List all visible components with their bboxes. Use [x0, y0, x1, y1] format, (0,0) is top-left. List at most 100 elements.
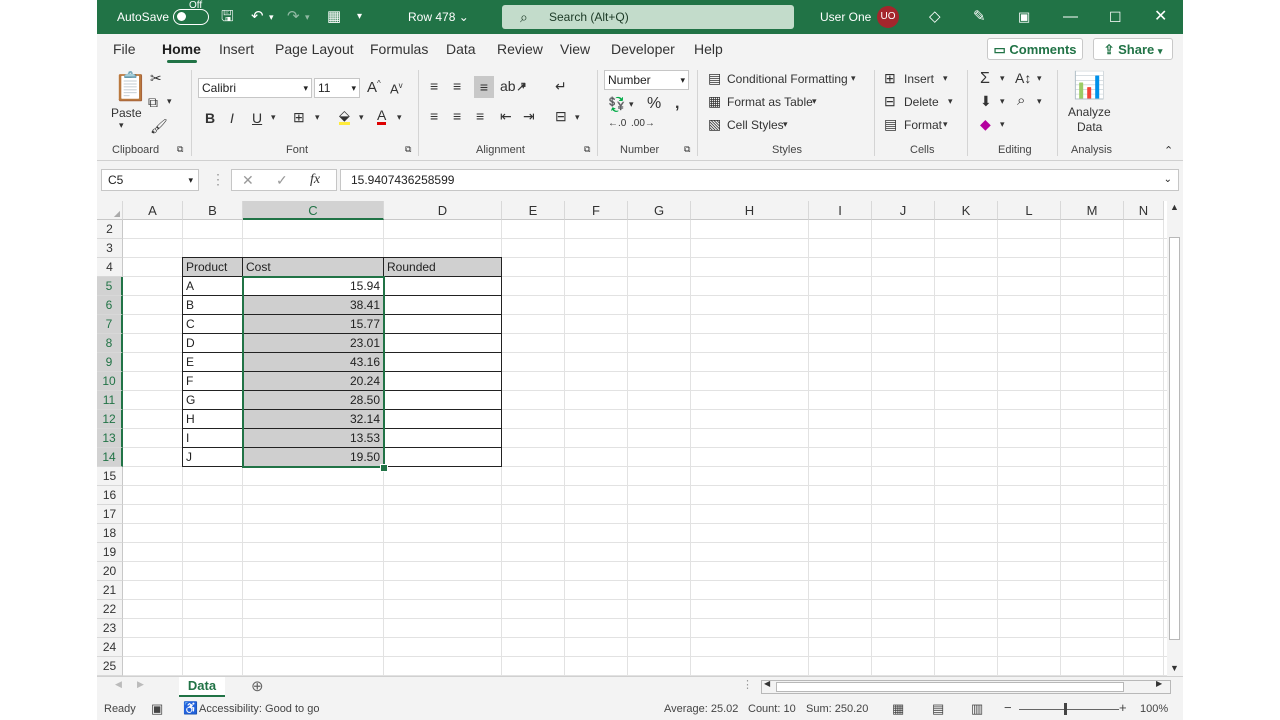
page-layout-view-icon[interactable]: ▤ [932, 701, 944, 717]
tab-file[interactable]: File [113, 41, 136, 57]
splitter-icon[interactable]: ⋮ [742, 678, 753, 691]
autosave-toggle[interactable]: Off [173, 0, 209, 25]
scroll-down-icon[interactable]: ▼ [1170, 663, 1179, 673]
wrap-text-icon[interactable]: ↵ [555, 78, 567, 95]
align-top-icon[interactable]: ≡ [430, 78, 438, 94]
row-header-13[interactable]: 13 [97, 429, 123, 448]
ribbon-display-icon[interactable]: ▣ [1018, 0, 1030, 34]
maximize-icon[interactable]: ☐ [1109, 0, 1122, 34]
row-header-3[interactable]: 3 [97, 239, 123, 258]
increase-decimal-icon[interactable]: ←.0 [608, 118, 626, 129]
collapse-ribbon-icon[interactable]: ⌃ [1164, 144, 1173, 157]
borders-dropdown-icon[interactable]: ▾ [315, 112, 320, 123]
close-icon[interactable]: ✕ [1154, 0, 1167, 34]
product-cell[interactable]: J [182, 447, 243, 467]
format-as-table-button[interactable]: Format as Table [727, 95, 813, 109]
add-sheet-icon[interactable]: ⊕ [251, 677, 264, 695]
decrease-decimal-icon[interactable]: .00→ [631, 118, 655, 129]
sheet-tab-data[interactable]: Data [179, 677, 225, 697]
insert-function-icon[interactable]: fx [310, 172, 320, 188]
autosum-icon[interactable]: Σ [980, 70, 990, 88]
cancel-icon[interactable]: ✕ [242, 172, 254, 189]
align-right-icon[interactable]: ≡ [476, 108, 484, 124]
product-cell[interactable]: B [182, 295, 243, 315]
rounded-cell[interactable] [383, 352, 502, 372]
row-header-10[interactable]: 10 [97, 372, 123, 391]
increase-indent-icon[interactable]: ⇥ [523, 108, 535, 125]
paste-dropdown-icon[interactable]: ▾ [119, 120, 124, 131]
decrease-font-icon[interactable]: Av [390, 81, 403, 96]
row-header-15[interactable]: 15 [97, 467, 123, 486]
cell-styles-button[interactable]: Cell Styles [727, 118, 784, 132]
tab-insert[interactable]: Insert [219, 41, 254, 57]
rounded-cell[interactable] [383, 295, 502, 315]
align-left-icon[interactable]: ≡ [430, 108, 438, 124]
selection-range[interactable] [242, 276, 385, 468]
customize-toolbar-icon[interactable]: ▾ [357, 0, 362, 34]
copy-icon[interactable]: ⧉ [148, 94, 158, 111]
column-header-f[interactable]: F [565, 201, 628, 220]
delete-cells-button[interactable]: Delete [904, 95, 939, 109]
analyze-data-icon[interactable]: 📊 [1073, 70, 1105, 101]
comments-button[interactable]: ▭ Comments [987, 38, 1083, 60]
insert-cells-button[interactable]: Insert [904, 72, 934, 86]
row-header-12[interactable]: 12 [97, 410, 123, 429]
column-header-g[interactable]: G [628, 201, 691, 220]
comma-style-icon[interactable]: , [675, 95, 679, 113]
rounded-cell[interactable] [383, 390, 502, 410]
form-icon[interactable]: ▦ [327, 0, 341, 34]
column-header-b[interactable]: B [183, 201, 243, 220]
analyze-data-label-2[interactable]: Data [1077, 120, 1102, 134]
column-header-m[interactable]: M [1061, 201, 1124, 220]
column-header-c[interactable]: C [243, 201, 384, 220]
fill-dropdown-icon[interactable]: ▾ [1000, 96, 1005, 107]
user-name[interactable]: User One [820, 0, 871, 34]
tab-home[interactable]: Home [162, 41, 201, 57]
pen-icon[interactable]: ✎ [973, 0, 986, 34]
rounded-cell[interactable] [383, 371, 502, 391]
chevron-down-icon[interactable]: ▾ [943, 73, 948, 84]
redo-dropdown-icon[interactable]: ▾ [305, 0, 310, 34]
accessibility-status[interactable]: Accessibility: Good to go [199, 703, 319, 715]
row-header-19[interactable]: 19 [97, 543, 123, 562]
rounded-cell[interactable] [383, 333, 502, 353]
chevron-down-icon[interactable]: ▾ [943, 119, 948, 130]
search-box[interactable]: ⌕ Search (Alt+Q) [502, 5, 794, 29]
product-cell[interactable]: E [182, 352, 243, 372]
underline-icon[interactable]: U [252, 110, 262, 126]
sort-filter-dropdown-icon[interactable]: ▾ [1037, 73, 1042, 84]
paste-label[interactable]: Paste [111, 106, 142, 120]
enter-icon[interactable]: ✓ [276, 172, 288, 189]
prev-sheet-icon[interactable]: ◀ [115, 679, 122, 690]
document-title[interactable]: Row 478 ⌄ [408, 0, 469, 34]
row-header-9[interactable]: 9 [97, 353, 123, 372]
clear-icon[interactable]: ◆ [980, 116, 991, 133]
accounting-format-icon[interactable]: 💱 [608, 96, 625, 113]
font-color-icon[interactable]: A [377, 108, 387, 125]
table-header-cost[interactable]: Cost [242, 257, 384, 277]
diamond-icon[interactable]: ◇ [929, 0, 941, 34]
autosum-dropdown-icon[interactable]: ▾ [1000, 73, 1005, 84]
zoom-level[interactable]: 100% [1140, 703, 1168, 715]
vertical-scroll-thumb[interactable] [1169, 237, 1180, 640]
normal-view-icon[interactable]: ▦ [892, 701, 904, 717]
row-header-4[interactable]: 4 [97, 258, 123, 277]
select-all-corner[interactable]: ◢ [97, 201, 123, 220]
chevron-down-icon[interactable]: ▾ [948, 96, 953, 107]
status-sum[interactable]: Sum: 250.20 [806, 703, 868, 715]
redo-icon[interactable]: ↷ [287, 0, 300, 34]
accounting-dropdown-icon[interactable]: ▾ [629, 99, 634, 110]
row-header-17[interactable]: 17 [97, 505, 123, 524]
row-header-5[interactable]: 5 [97, 277, 123, 296]
tab-help[interactable]: Help [694, 41, 723, 57]
fill-color-icon[interactable]: ⬙ [339, 108, 350, 125]
product-cell[interactable]: H [182, 409, 243, 429]
spreadsheet-grid[interactable]: ◢ A B C D E F G H I J K L M N 2 3 4 5 6 7 8 9 10 11 12 13 14 15 16 17… [97, 201, 1167, 676]
align-middle-icon[interactable]: ≡ [453, 78, 461, 94]
macro-record-icon[interactable]: ▣ [151, 701, 163, 717]
row-header-8[interactable]: 8 [97, 334, 123, 353]
zoom-slider[interactable] [1019, 709, 1119, 710]
column-header-d[interactable]: D [384, 201, 502, 220]
clear-dropdown-icon[interactable]: ▾ [1000, 119, 1005, 130]
chevron-down-icon[interactable]: ▾ [783, 119, 788, 130]
